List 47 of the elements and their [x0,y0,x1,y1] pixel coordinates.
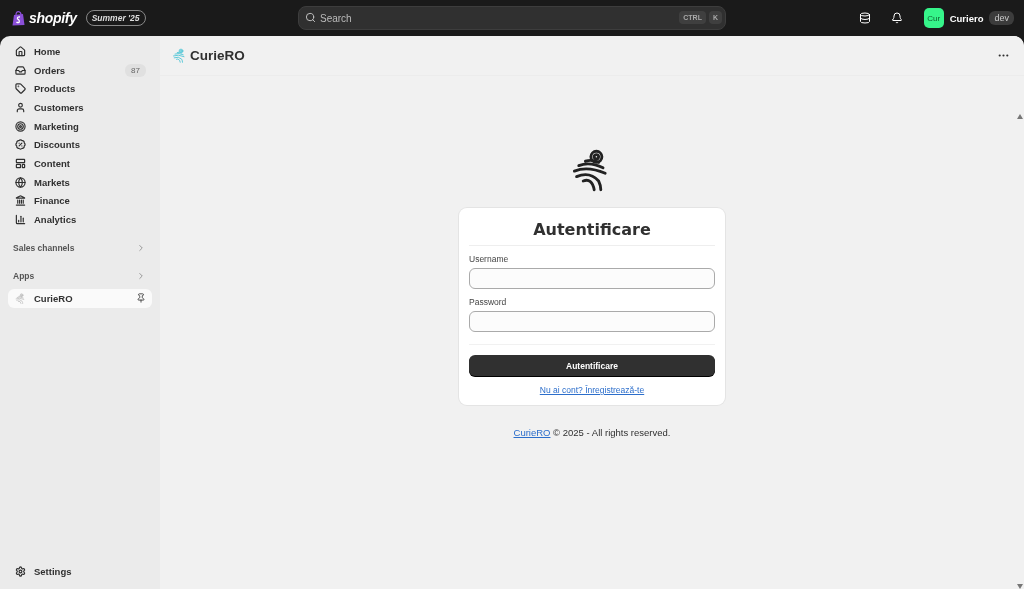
sidebar-item[interactable]: Orders 87 [8,60,152,80]
scroll-up-icon[interactable] [1017,114,1023,119]
sidebar-section[interactable]: Sales channels [8,238,152,257]
bar-chart-icon [15,214,26,226]
tag-icon [15,83,26,95]
home-icon [15,45,26,57]
sidebar-item[interactable]: Discounts [8,135,152,155]
sidebar-item[interactable]: Products [8,79,152,99]
page-title: CurieRO [190,48,245,63]
settings-icon [15,566,26,578]
scroll-down-icon[interactable] [1017,584,1023,589]
footer-link[interactable]: CurieRO [513,427,551,438]
store-name: Curiero [949,12,984,24]
field-label: Password [469,297,508,307]
sidebar-item[interactable]: Finance [8,191,152,211]
settings-item[interactable]: Settings [8,562,152,581]
target-icon [15,120,26,132]
percent-badge-icon [15,139,26,151]
brand-name: shopify [29,10,77,26]
register-link[interactable]: Nu ai cont? Înregistrează-te [539,385,645,395]
input-field[interactable] [469,268,715,289]
card-title: Autentificare [469,218,715,246]
input-field[interactable] [469,311,715,332]
inbox-icon [15,64,26,76]
bank-icon [15,195,26,207]
sidebar-app-item[interactable]: CurieRO [8,288,152,308]
store-badge: dev [989,11,1014,25]
person-icon [15,101,26,113]
sidebar-item[interactable]: Marketing [8,116,152,136]
sidebar-section[interactable]: Apps [8,266,152,285]
layout-icon [15,157,26,169]
sidebar-item[interactable]: Customers [8,98,152,117]
pin-icon[interactable] [136,293,146,304]
chevron-icon [136,270,146,281]
chevron-icon [136,242,146,253]
shopping-bag-logo-icon [12,10,25,26]
sidebar-item[interactable]: Home [8,42,152,61]
store-avatar[interactable]: Cur [923,8,944,28]
sidebar-item[interactable]: Analytics [8,210,152,229]
footer-text: CurieRO © 2025 - All rights reserved. [513,427,671,438]
sidebar-item[interactable]: Markets [8,172,152,192]
count-badge: 87 [125,63,146,77]
field-label: Username [469,254,510,264]
sidebar-item[interactable]: Content [8,154,152,173]
search-icon [305,12,316,23]
login-button[interactable]: Autentificare [469,355,715,376]
globe-icon [15,176,26,188]
